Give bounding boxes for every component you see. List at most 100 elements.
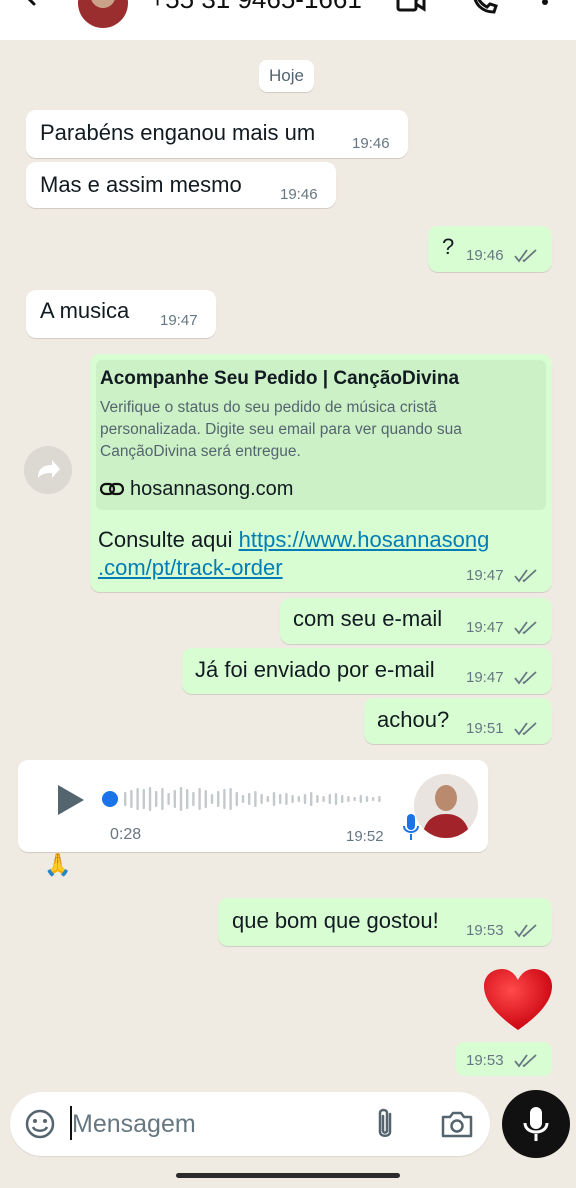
read-ticks-icon [514,924,537,938]
read-ticks-icon [514,249,537,263]
voice-waveform[interactable] [122,784,392,814]
attach-icon[interactable] [370,1106,400,1142]
person-photo [414,774,478,838]
message-time: 19:47 [160,312,198,329]
forward-button[interactable] [24,446,72,494]
contact-avatar[interactable] [78,0,128,28]
link-icon [100,482,124,496]
waveform-bar [328,794,331,804]
waveform-bar [272,792,276,806]
url-link-continued[interactable]: .com/pt/track-order [98,555,283,580]
message-time: 19:52 [346,828,384,845]
waveform-bar [266,796,269,802]
sender-avatar [414,774,478,838]
message-time: 19:53 [466,922,504,939]
message-time: 19:46 [352,135,390,152]
message-text: achou? [377,707,450,732]
mic-icon [403,814,419,840]
waveform-bar [204,790,207,808]
waveform-bar [198,788,201,810]
read-ticks-icon [514,722,537,736]
link-preview-title: Acompanhe Seu Pedido | CançãoDivina [100,368,460,389]
waveform-bar [186,789,189,809]
waveform-bar [303,794,307,804]
waveform-bar [341,795,344,803]
message-text: com seu e-mail [293,606,443,631]
voice-progress-dot[interactable] [102,791,118,807]
waveform-bar [241,795,245,803]
waveform-bar [310,792,313,806]
message-text: Consulte aqui https://www.hosannasong .c… [98,526,489,582]
waveform-bar [297,796,300,802]
play-icon[interactable] [52,782,88,818]
home-indicator [176,1173,400,1178]
link-preview-domain: hosannasong.com [130,478,294,500]
waveform-bar [210,794,214,804]
message-text: que bom que gostou! [232,908,439,933]
waveform-bar [136,788,139,810]
waveform-bar [291,795,294,803]
waveform-bar [316,795,319,803]
message-time: 19:47 [466,567,504,584]
voice-duration: 0:28 [110,826,142,843]
waveform-bar [359,795,362,803]
waveform-bar [235,792,238,806]
voice-record-button[interactable] [502,1090,570,1158]
waveform-bar [279,794,282,804]
waveform-bar [372,797,375,801]
link-preview-description: Verifique o status do seu pedido de músi… [100,399,462,460]
waveform-bar [148,787,152,811]
contact-title[interactable]: +55 31 9465-1661 [150,0,362,15]
waveform-bar [173,790,176,808]
message-text: Mas e assim mesmo [40,172,242,197]
waveform-bar [334,793,338,805]
waveform-bar [285,793,288,805]
waveform-bar [347,796,350,802]
waveform-bar [229,788,232,810]
more-icon[interactable] [530,0,560,20]
waveform-bar [353,797,356,801]
waveform-bar [223,789,226,809]
heart-emoji[interactable] [482,968,554,1032]
video-call-icon[interactable] [396,0,426,20]
message-time: 19:51 [466,720,504,737]
message-input[interactable] [72,1104,362,1144]
camera-icon[interactable] [440,1108,474,1140]
read-ticks-icon [514,621,537,635]
message-text-prefix: Consulte aqui [98,527,239,552]
waveform-bar [179,787,183,811]
date-divider: Hoje [259,60,314,92]
waveform-bar [161,788,164,810]
message-time: 19:47 [466,669,504,686]
waveform-bar [248,793,251,805]
waveform-bar [142,789,145,809]
back-arrow-icon[interactable] [18,0,50,18]
waveform-bar [167,793,170,805]
forward-icon [38,460,60,478]
mic-icon [523,1107,549,1141]
waveform-bar [130,790,133,808]
waveform-bar [365,796,369,802]
read-ticks-icon [514,671,537,685]
message-text: Já foi enviado por e-mail [195,657,435,682]
read-ticks-icon [514,1054,537,1068]
phone-icon[interactable] [470,0,500,20]
message-time: 19:46 [280,186,318,203]
waveform-bar [217,791,220,807]
waveform-bar [260,794,263,804]
chat-header: +55 31 9465-1661 [0,0,576,40]
waveform-bar [192,792,195,806]
message-time: 19:53 [466,1052,504,1069]
message-time: 19:47 [466,619,504,636]
emoji-icon[interactable] [24,1108,56,1140]
message-text: Parabéns enganou mais um [40,120,316,145]
message-reaction[interactable]: 🙏 [44,852,71,878]
waveform-bar [155,791,158,807]
read-ticks-icon [514,569,537,583]
message-text: ? [442,234,455,259]
waveform-bar [378,796,381,802]
url-link[interactable]: https://www.hosannasong [239,527,490,552]
waveform-bar [124,792,127,806]
message-text: A musica [40,298,130,323]
message-time: 19:46 [466,247,504,264]
